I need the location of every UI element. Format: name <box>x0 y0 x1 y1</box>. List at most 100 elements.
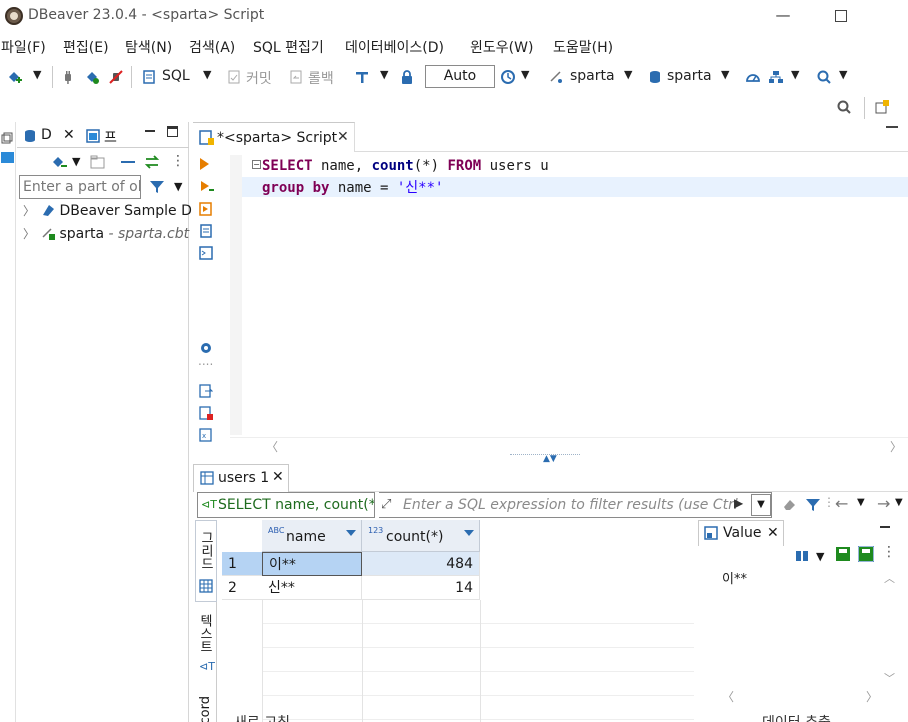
menu-navigate[interactable]: 탐색(N) <box>125 37 172 57</box>
scroll-right-icon[interactable]: 〉 <box>866 688 878 705</box>
auto-apply-icon[interactable] <box>858 546 874 562</box>
rollback-icon[interactable] <box>288 69 304 85</box>
open-perspective-icon[interactable] <box>874 99 890 115</box>
chevron-down-icon[interactable]: ▼ <box>857 497 865 508</box>
reconnect-icon[interactable] <box>84 69 100 85</box>
chevron-down-icon[interactable]: ▼ <box>72 155 80 168</box>
filter-history-dropdown[interactable]: ▼ <box>751 494 771 516</box>
query-text-field[interactable]: ⊲T SELECT name, count(*) <box>197 492 375 518</box>
tab-sparta-script[interactable]: *<sparta> Script ✕ <box>193 122 355 152</box>
execute-statement-icon[interactable] <box>200 158 209 170</box>
results-grid[interactable]: ABC name 123 count(*) 1 이** 484 2 신** 14 <box>222 520 694 722</box>
minimize-editor-icon[interactable] <box>886 126 898 129</box>
refresh-button[interactable]: 새로 고침 <box>234 712 290 722</box>
chevron-down-icon[interactable]: ▼ <box>624 68 632 81</box>
variables-icon[interactable]: x <box>199 428 213 442</box>
close-icon[interactable]: ✕ <box>272 469 284 485</box>
delete-script-icon[interactable] <box>199 406 213 420</box>
fold-collapse-icon[interactable]: − <box>252 160 261 169</box>
menu-database[interactable]: 데이터베이스(D) <box>345 37 444 57</box>
apply-filter-icon[interactable]: ▶ <box>734 496 743 510</box>
project-view-icon[interactable] <box>1 152 15 164</box>
sql-button[interactable]: SQL <box>162 68 190 84</box>
tab-results-users[interactable]: users 1 ✕ <box>193 464 289 492</box>
chevron-down-icon[interactable]: ▼ <box>791 68 799 81</box>
minimize-panel-icon[interactable] <box>145 130 155 132</box>
lock-icon[interactable] <box>399 69 415 85</box>
column-header-name[interactable]: ABC name <box>262 520 362 552</box>
export-script-icon[interactable] <box>199 384 213 398</box>
new-connection-icon[interactable] <box>6 69 22 85</box>
tree-item-sparta[interactable]: 〉 sparta - sparta.cbt <box>23 225 189 242</box>
table-cell-name[interactable]: 이** <box>262 552 362 576</box>
column-header-count[interactable]: 123 count(*) <box>362 520 480 552</box>
search-icon[interactable] <box>816 69 832 85</box>
sort-dropdown-icon[interactable] <box>464 530 474 536</box>
tab-value[interactable]: Value ✕ <box>698 520 784 546</box>
close-icon[interactable]: ✕ <box>767 525 779 541</box>
expand-arrow-icon[interactable]: 〉 <box>23 225 37 242</box>
minimize-panel-icon[interactable] <box>880 526 890 528</box>
history-icon[interactable] <box>500 69 516 85</box>
tab-projects[interactable]: 프 <box>104 127 117 147</box>
rollback-button[interactable]: 롤백 <box>308 68 334 88</box>
tab-record[interactable]: Record <box>195 692 217 722</box>
menu-window[interactable]: 윈도우(W) <box>470 37 533 57</box>
transaction-mode-selector[interactable]: Auto <box>425 65 495 88</box>
menu-search[interactable]: 검색(A) <box>189 37 235 57</box>
expand-arrow-icon[interactable]: 〉 <box>23 202 37 219</box>
transaction-mode-icon[interactable] <box>354 69 370 85</box>
content-viewer-icon[interactable] <box>794 548 810 564</box>
row-number[interactable]: 1 <box>222 552 262 576</box>
maximize-panel-icon[interactable] <box>167 126 178 137</box>
menu-help[interactable]: 도움말(H) <box>553 37 613 57</box>
chevron-down-icon[interactable]: ▼ <box>203 68 211 81</box>
sql-editor-icon[interactable] <box>141 69 157 85</box>
view-menu-icon[interactable]: ⋮ <box>171 153 185 169</box>
back-arrow-icon[interactable]: ← <box>835 494 848 513</box>
scroll-left-icon[interactable]: 〈 <box>266 438 278 455</box>
erd-icon[interactable] <box>768 69 784 85</box>
scroll-up-icon[interactable]: ︿ <box>884 570 895 586</box>
row-number[interactable]: 2 <box>222 576 262 600</box>
maximize-button[interactable] <box>830 4 852 26</box>
execute-in-new-tab-icon[interactable] <box>200 180 214 194</box>
navigator-filter-input[interactable]: Enter a part of ol <box>19 175 141 199</box>
active-datasource-selector[interactable]: sparta <box>570 68 615 84</box>
menu-edit[interactable]: 편집(E) <box>63 37 109 57</box>
chevron-down-icon[interactable]: ▼ <box>174 180 182 193</box>
tab-text[interactable]: 텍스트 ⊲T <box>195 610 217 682</box>
sql-editor[interactable]: − SELECT name, count(*) FROM users u gro… <box>242 155 908 437</box>
more-actions-icon[interactable]: .... <box>198 354 213 368</box>
chevron-down-icon[interactable]: ▼ <box>380 68 388 81</box>
active-schema-selector[interactable]: sparta <box>667 68 712 84</box>
execute-script-icon[interactable] <box>199 202 213 216</box>
chevron-down-icon[interactable]: ▼ <box>839 68 847 81</box>
scroll-left-icon[interactable]: 〈 <box>722 688 734 705</box>
filter-icon[interactable] <box>805 497 821 513</box>
terminal-icon[interactable] <box>199 246 213 260</box>
view-menu-icon[interactable]: ⋮ <box>882 544 896 560</box>
close-icon[interactable]: ✕ <box>63 127 75 143</box>
menu-file[interactable]: 파일(F) <box>1 37 46 57</box>
plug-icon[interactable] <box>60 69 76 85</box>
close-icon[interactable]: ✕ <box>337 129 349 145</box>
scroll-down-icon[interactable]: ﹀ <box>884 670 895 686</box>
eraser-icon[interactable] <box>781 497 797 513</box>
quick-search-icon[interactable] <box>836 99 852 115</box>
value-text-area[interactable]: 이** <box>710 564 880 686</box>
dashboard-icon[interactable] <box>745 69 761 85</box>
filter-icon[interactable] <box>149 179 165 195</box>
new-folder-icon[interactable] <box>90 154 108 170</box>
restore-icon[interactable] <box>1 132 13 144</box>
table-cell-name[interactable]: 신** <box>262 576 362 600</box>
minimize-button[interactable]: — <box>772 4 794 26</box>
sort-dropdown-icon[interactable] <box>346 530 356 536</box>
splitter-toggle-icon[interactable]: ▲▼ <box>543 454 557 464</box>
expand-icon[interactable]: ⤢ <box>381 493 391 517</box>
chevron-down-icon[interactable]: ▼ <box>521 68 529 81</box>
export-data-button[interactable]: 데이터 추출 <box>762 712 831 722</box>
table-cell-count[interactable]: 14 <box>362 576 480 600</box>
explain-plan-icon[interactable] <box>199 224 213 238</box>
table-cell-count[interactable]: 484 <box>362 552 480 576</box>
